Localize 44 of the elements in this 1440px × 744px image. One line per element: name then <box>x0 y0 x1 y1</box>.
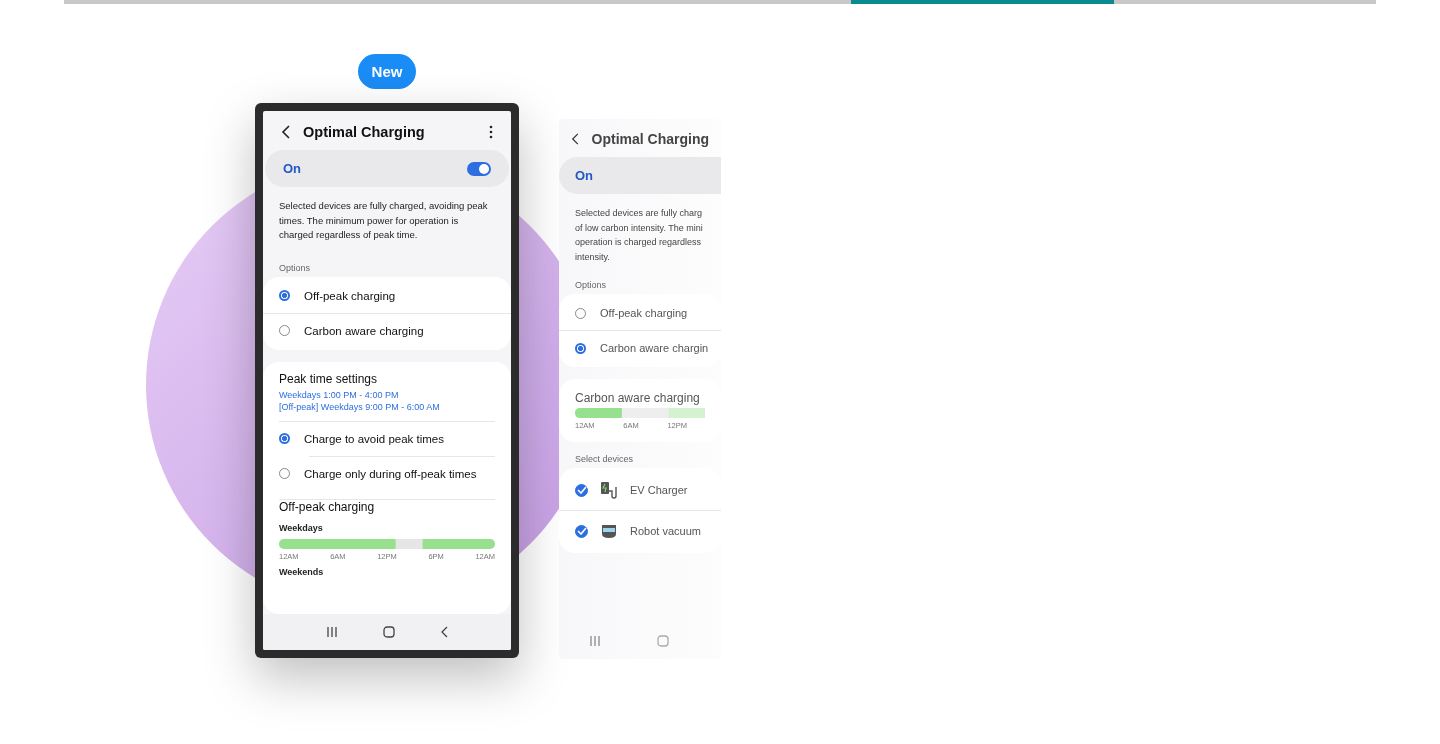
screen-title: Optimal Charging <box>591 131 709 147</box>
section-title: Carbon aware charging <box>575 391 701 405</box>
option-label[interactable]: Off-peak charging <box>600 307 688 319</box>
section-title: Off-peak charging <box>279 499 376 514</box>
weekdays-label: Weekdays <box>279 522 324 533</box>
section-title: Peak time settings <box>279 371 379 386</box>
peak-time-text: [Off-peak] Weekdays 9:00 PM - 6:00 AM <box>279 400 441 413</box>
more-icon[interactable] <box>489 125 493 139</box>
back-icon[interactable] <box>571 132 580 146</box>
charger-icon <box>600 481 618 499</box>
back-icon[interactable] <box>440 626 449 638</box>
description-text: operation is charged regardless <box>575 236 703 249</box>
robot-vacuum-icon <box>600 522 618 540</box>
option-label[interactable]: Charge only during off-peak times <box>304 467 477 480</box>
back-icon[interactable] <box>281 125 291 139</box>
checkbox[interactable] <box>575 524 588 538</box>
recent-apps-icon[interactable] <box>325 627 338 637</box>
peak-time-text: Weekdays 1:00 PM - 4:00 PM <box>279 388 400 401</box>
section-label: Options <box>278 261 312 275</box>
radio-button[interactable] <box>279 433 290 444</box>
device-label[interactable]: EV Charger <box>630 484 688 496</box>
home-icon[interactable] <box>383 626 395 638</box>
option-label[interactable]: Off-peak charging <box>304 289 396 302</box>
radio-button[interactable] <box>279 290 290 301</box>
switch-label: On <box>575 168 594 183</box>
checkbox[interactable] <box>575 483 588 497</box>
section-label: Select devices <box>574 453 635 466</box>
switch-row[interactable]: On <box>559 157 721 194</box>
screen-title: Optimal Charging <box>303 124 426 140</box>
option-label[interactable]: Carbon aware chargin <box>600 342 709 354</box>
radio-button[interactable] <box>575 342 586 354</box>
toggle-switch[interactable] <box>467 161 491 176</box>
description-text: intensity. <box>575 250 611 264</box>
switch-row[interactable]: On <box>265 150 509 187</box>
option-label[interactable]: Carbon aware charging <box>304 324 424 337</box>
device-label[interactable]: Robot vacuum <box>630 525 701 537</box>
new-badge: New <box>357 54 417 89</box>
switch-label: On <box>283 161 302 176</box>
option-label[interactable]: Charge to avoid peak times <box>304 432 444 445</box>
section-label: Options <box>574 279 608 292</box>
description-text: Selected devices are fully charg <box>575 207 704 220</box>
description-text: of low carbon intensity. The mini <box>575 221 704 235</box>
weekends-label: Weekends <box>279 566 325 577</box>
description-text: Selected devices are fully charged, avoiding peak times. The minimum power for operation is charged regardless of peak time. <box>279 199 489 242</box>
